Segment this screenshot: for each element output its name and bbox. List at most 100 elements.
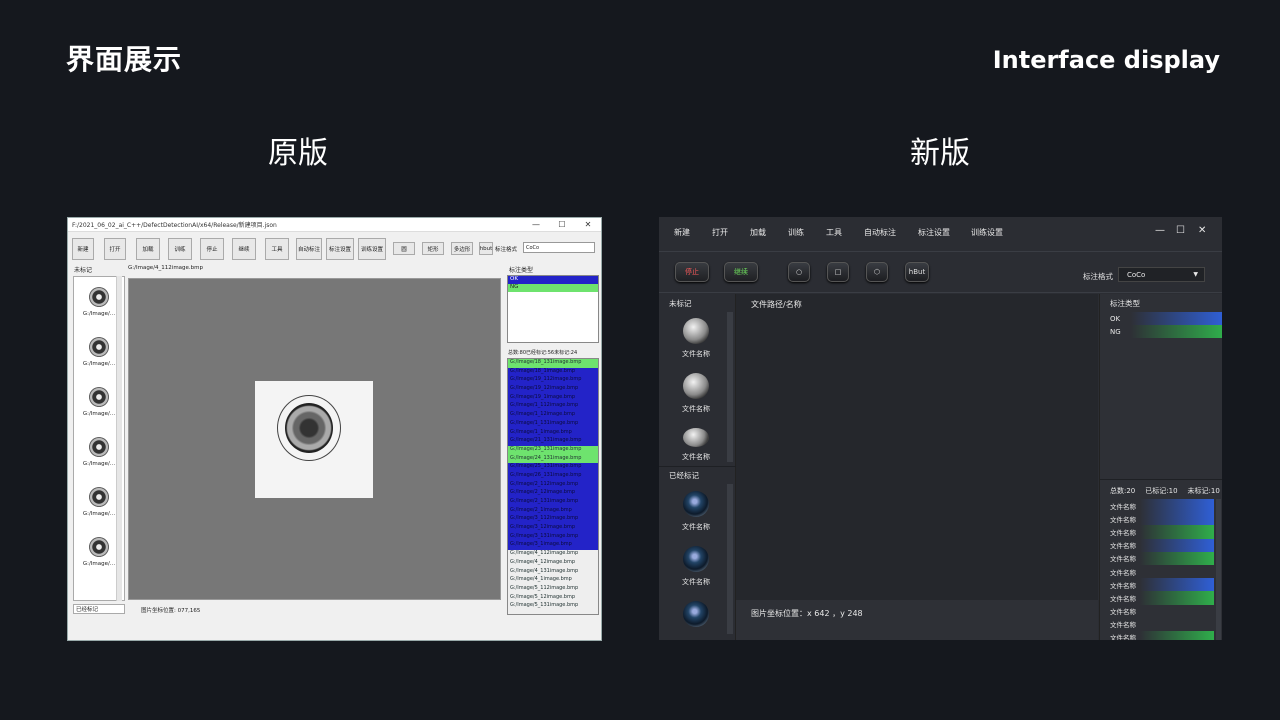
file-list-item[interactable]: 文件名称: [1100, 565, 1214, 578]
menu-tools[interactable]: 工具: [826, 227, 842, 238]
file-list-item[interactable]: G:/Image/3_131image.bmp: [508, 532, 598, 542]
file-list-item[interactable]: 文件名称: [1100, 591, 1214, 605]
file-list-item[interactable]: G:/Image/4_131image.bmp: [508, 568, 598, 577]
type-ok[interactable]: OK: [1100, 312, 1222, 325]
file-list-item[interactable]: 文件名称: [1100, 578, 1214, 592]
file-list-item[interactable]: G:/Image/1_1image.bmp: [508, 428, 598, 438]
maximize-icon[interactable]: ☐: [549, 220, 575, 229]
file-list-item[interactable]: G:/Image/21_131image.bmp: [508, 437, 598, 446]
thumbnail[interactable]: 文件名称: [673, 546, 719, 594]
new-image-viewer[interactable]: 文件路径/名称: [736, 294, 1098, 600]
count-unmarked: 未标记:10: [1187, 487, 1220, 495]
file-list-item[interactable]: G:/Image/2_12image.bmp: [508, 489, 598, 498]
file-list-item[interactable]: 文件名称: [1100, 512, 1214, 526]
old-image-viewer[interactable]: [128, 278, 501, 600]
close-icon[interactable]: ✕: [1198, 225, 1206, 236]
old-label-settings-button[interactable]: 标注设置: [326, 238, 354, 260]
file-list-item[interactable]: G:/Image/19_1image.bmp: [508, 393, 598, 403]
unmarked-scrollbar[interactable]: [727, 312, 733, 462]
file-list-item[interactable]: G:/Image/3_112image.bmp: [508, 515, 598, 525]
marked-scrollbar[interactable]: [727, 484, 733, 634]
hbut-button[interactable]: hBut: [905, 262, 929, 282]
file-list-item[interactable]: G:/Image/4_12image.bmp: [508, 559, 598, 568]
old-thumbnail-scrollbar[interactable]: [116, 276, 122, 601]
file-list-item[interactable]: G:/Image/18_1image.bmp: [508, 367, 598, 377]
minimize-icon[interactable]: —: [523, 220, 549, 229]
thumbnail[interactable]: 文件名称: [673, 428, 719, 462]
file-list-item[interactable]: G:/Image/25_131image.bmp: [508, 463, 598, 472]
file-list-item[interactable]: G:/Image/2_131image.bmp: [508, 498, 598, 507]
old-unmarked-label: 未标记: [74, 267, 93, 274]
close-icon[interactable]: ✕: [575, 220, 601, 229]
type-ng[interactable]: NG: [508, 284, 598, 292]
old-types-list[interactable]: OK NG: [507, 275, 599, 343]
maximize-icon[interactable]: ☐: [1176, 225, 1185, 236]
stop-button[interactable]: 停止: [675, 262, 709, 282]
old-counts: 总数:80已经标记:56未标记:24: [508, 350, 578, 356]
thumbnail[interactable]: [673, 601, 719, 640]
old-toolbar: 新建 打开 加载 训练 停止 继续 工具 自动标注 标注设置 训练设置 圆 矩形…: [72, 238, 597, 260]
new-format-select[interactable]: CoCo ▼: [1118, 267, 1205, 282]
file-list-item[interactable]: G:/Image/23_131image.bmp: [508, 445, 598, 455]
old-stop-button[interactable]: 停止: [200, 238, 224, 260]
menu-open[interactable]: 打开: [712, 227, 728, 238]
old-open-button[interactable]: 打开: [104, 238, 126, 260]
new-file-list[interactable]: 文件名称 文件名称 文件名称 文件名称 文件名称 文件名称 文件名称 文件名称 文件名称 文件名称…: [1100, 499, 1214, 640]
old-train-settings-button[interactable]: 训练设置: [358, 238, 386, 260]
old-load-button[interactable]: 加载: [136, 238, 160, 260]
file-list-item[interactable]: G:/Image/4_112image.bmp: [508, 550, 598, 559]
old-auto-label-button[interactable]: 自动标注: [296, 238, 322, 260]
file-list-item[interactable]: G:/Image/1_112image.bmp: [508, 402, 598, 412]
minimize-icon[interactable]: —: [1155, 225, 1165, 236]
menu-train[interactable]: 训练: [788, 227, 804, 238]
old-file-list[interactable]: G:/Image/18_131image.bmp G:/Image/18_1ima…: [507, 358, 599, 615]
file-list-item[interactable]: 文件名称: [1100, 551, 1214, 565]
file-list-item[interactable]: G:/Image/24_131image.bmp: [508, 454, 598, 464]
file-list-item[interactable]: G:/Image/4_1image.bmp: [508, 576, 598, 585]
old-format-select[interactable]: CoCo: [523, 242, 595, 253]
file-list-item[interactable]: G:/Image/3_1image.bmp: [508, 541, 598, 551]
circle-tool-button[interactable]: ○: [788, 262, 810, 282]
old-train-button[interactable]: 训练: [168, 238, 192, 260]
new-types-list[interactable]: OK NG: [1100, 312, 1222, 338]
menu-train-settings[interactable]: 训练设置: [971, 227, 1003, 238]
old-continue-button[interactable]: 继续: [232, 238, 256, 260]
file-list-item[interactable]: 文件名称: [1100, 618, 1214, 631]
file-list-item[interactable]: 文件名称: [1100, 499, 1214, 513]
thumbnail[interactable]: 文件名称: [673, 318, 719, 366]
file-list-item[interactable]: G:/Image/2_1image.bmp: [508, 506, 598, 516]
menu-label-settings[interactable]: 标注设置: [918, 227, 950, 238]
type-ng[interactable]: NG: [1100, 325, 1222, 338]
continue-button[interactable]: 继续: [724, 262, 758, 282]
file-list-item[interactable]: G:/Image/3_12image.bmp: [508, 524, 598, 533]
file-list-item[interactable]: G:/Image/1_131image.bmp: [508, 419, 598, 429]
file-list-item[interactable]: G:/Image/19_12image.bmp: [508, 385, 598, 394]
old-tools-button[interactable]: 工具: [265, 238, 289, 260]
menu-load[interactable]: 加载: [750, 227, 766, 238]
file-list-item[interactable]: 文件名称: [1100, 605, 1214, 618]
old-new-button[interactable]: 新建: [72, 238, 94, 260]
file-list-item[interactable]: G:/Image/5_12image.bmp: [508, 594, 598, 603]
file-list-item[interactable]: G:/Image/5_131image.bmp: [508, 602, 598, 611]
file-list-item[interactable]: G:/Image/19_112image.bmp: [508, 376, 598, 386]
file-list-item[interactable]: 文件名称: [1100, 630, 1214, 640]
old-circle-button[interactable]: 圆: [393, 242, 415, 255]
file-list-item[interactable]: 文件名称: [1100, 525, 1214, 539]
thumbnail[interactable]: 文件名称: [673, 373, 719, 421]
menu-new[interactable]: 新建: [674, 227, 690, 238]
file-list-item[interactable]: G:/Image/5_112image.bmp: [508, 585, 598, 594]
polygon-tool-button[interactable]: ⬡: [866, 262, 888, 282]
menu-auto-label[interactable]: 自动标注: [864, 227, 896, 238]
file-list-item[interactable]: 文件名称: [1100, 538, 1214, 552]
rect-tool-button[interactable]: □: [827, 262, 849, 282]
old-rect-button[interactable]: 矩形: [422, 242, 444, 255]
old-hbut-button[interactable]: hbut: [479, 242, 493, 255]
type-ok[interactable]: OK: [508, 276, 598, 284]
file-list-item[interactable]: G:/Image/1_12image.bmp: [508, 411, 598, 420]
thumbnail[interactable]: 文件名称: [673, 491, 719, 539]
file-list-scrollbar[interactable]: [1216, 499, 1221, 640]
file-list-item[interactable]: G:/Image/18_131image.bmp: [508, 359, 598, 368]
file-list-item[interactable]: G:/Image/26_131image.bmp: [508, 471, 598, 481]
file-list-item[interactable]: G:/Image/2_112image.bmp: [508, 480, 598, 490]
old-polygon-button[interactable]: 多边形: [451, 242, 473, 255]
